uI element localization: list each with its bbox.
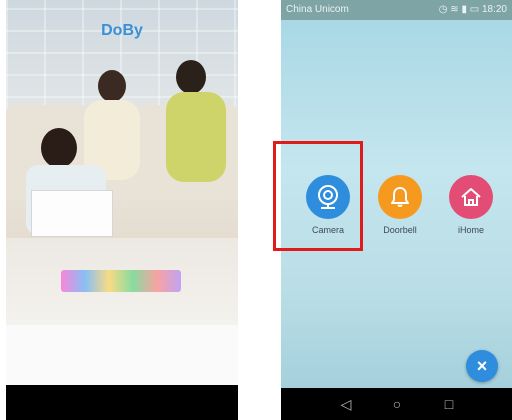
carrier-label: China Unicom — [286, 4, 349, 15]
alarm-icon: ◷ — [438, 4, 448, 15]
signal-icon: ▮ — [461, 4, 467, 15]
recents-icon[interactable]: □ — [439, 396, 459, 412]
status-bar: China Unicom ◷ ≋ ▮ ▭ 18:20 — [281, 0, 512, 20]
home-icon — [449, 175, 493, 219]
crayon-box — [61, 270, 181, 292]
family-photo: DoBy — [6, 0, 238, 325]
left-phone-screen: DoBy — [6, 0, 238, 420]
home-nav-icon[interactable]: ○ — [387, 396, 407, 412]
camera-highlight-box — [273, 141, 363, 251]
tile-label-doorbell: Doorbell — [383, 225, 417, 235]
android-nav-bar: ◁ ○ □ — [281, 388, 512, 420]
back-icon[interactable]: ◁ — [336, 396, 356, 413]
tile-doorbell[interactable]: Doorbell — [368, 175, 432, 235]
tile-ihome[interactable]: iHome — [439, 175, 503, 235]
close-icon: × — [476, 355, 488, 376]
app-brand: DoBy — [101, 22, 143, 39]
battery-icon: ▭ — [469, 4, 480, 15]
drawing-paper — [31, 190, 113, 237]
clock-label: 18:20 — [481, 4, 507, 15]
splash-footer — [6, 325, 238, 385]
person-man-body — [166, 92, 226, 182]
bell-icon — [378, 175, 422, 219]
tile-label-ihome: iHome — [457, 225, 484, 235]
person-woman — [98, 70, 126, 102]
status-icons: ◷ ≋ ▮ ▭ 18:20 — [439, 4, 507, 15]
close-button[interactable]: × — [466, 350, 498, 382]
person-girl — [41, 128, 77, 168]
left-nav-bar — [6, 385, 238, 420]
wifi-icon: ≋ — [450, 4, 459, 15]
person-man — [176, 60, 206, 94]
